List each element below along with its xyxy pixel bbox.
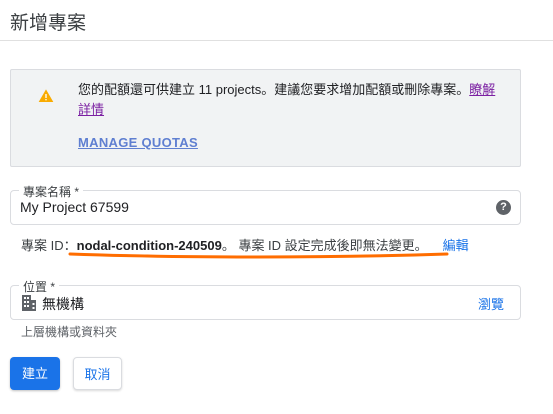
location-hint: 上層機構或資料夾 [21,325,118,339]
project-name-label: 專案名稱 * [19,183,84,200]
page-title: 新增專案 [10,13,87,34]
location-field[interactable]: 位置 * 無機構 瀏覽 [10,278,521,320]
create-button[interactable]: 建立 [10,357,60,390]
quota-message: 您的配額還可供建立 11 projects。建議您要求增加配額或刪除專案。瞭解詳… [78,80,508,120]
location-value: 無機構 [42,296,84,312]
project-id-prefix: 專案 ID： [21,238,77,253]
quota-notice: 您的配額還可供建立 11 projects。建議您要求增加配額或刪除專案。瞭解詳… [10,69,521,167]
cancel-button[interactable]: 取消 [73,357,122,390]
project-name-field[interactable]: 專案名稱 * My Project 67599 ? [10,183,521,225]
project-id-value: nodal-condition-240509 [76,238,222,253]
warning-icon [38,89,54,102]
building-icon [22,295,36,311]
header-divider [0,40,553,41]
project-id-note: 。 專案 ID 設定完成後即無法變更。 [221,238,428,253]
manage-quotas-link[interactable]: MANAGE QUOTAS [78,135,198,150]
location-label: 位置 * [19,278,60,295]
project-name-input[interactable]: My Project 67599 [20,199,129,215]
project-id-info: 專案 ID：nodal-condition-240509。 專案 ID 設定完成… [21,235,469,254]
quota-message-text: 您的配額還可供建立 11 projects。建議您要求增加配額或刪除專案。 [78,82,470,97]
browse-button[interactable]: 瀏覽 [478,294,504,313]
help-icon[interactable]: ? [496,200,511,215]
edit-project-id-link[interactable]: 編輯 [443,238,469,253]
